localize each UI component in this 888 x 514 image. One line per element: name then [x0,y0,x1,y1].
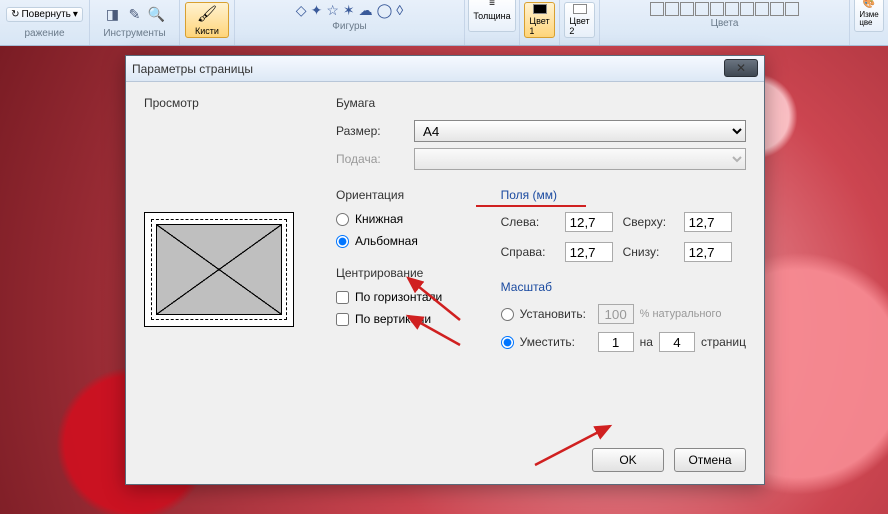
portrait-radio[interactable] [336,213,349,226]
brushes-button[interactable]: 🖌 Кисти [185,2,229,38]
margin-left-label: Слева: [501,215,559,229]
scale-set-row[interactable]: Установить: % натурального [501,304,746,324]
fit-width-input[interactable] [598,332,634,352]
zoom-icon[interactable]: 🔍 [148,5,166,23]
palette-swatch[interactable] [650,2,664,16]
brush-icon: 🖌 [197,4,217,24]
annotation-underline [476,205,586,207]
shape-oval-icon[interactable]: ◯ [377,2,393,19]
cancel-button[interactable]: Отмена [674,448,746,472]
dropdown-icon: ▾ [73,9,78,20]
shape-diamond-icon[interactable]: ◇ [296,2,307,19]
palette-swatch[interactable] [740,2,754,16]
thickness-button[interactable]: ≡ Толщина [468,0,515,32]
feed-select [414,148,746,170]
color1-button[interactable]: Цвет 1 [524,2,554,38]
dialog-title: Параметры страницы [132,62,253,76]
size-select[interactable]: A4 [414,120,746,142]
color2-swatch [573,4,587,14]
landscape-radio-row[interactable]: Альбомная [336,234,471,248]
group-label-tools: Инструменты [103,26,165,41]
margin-bottom-label: Снизу: [623,245,678,259]
margin-top-label: Сверху: [623,215,678,229]
horiz-checkbox[interactable] [336,291,349,304]
edit-colors-button[interactable]: 🎨 Изме цве [854,0,883,32]
scale-fit-radio[interactable] [501,336,514,349]
vert-label: По вертикали [355,312,431,326]
palette-swatch[interactable] [755,2,769,16]
picker-icon[interactable]: ✎ [126,5,144,23]
shapes-gallery[interactable]: ◇ ✦ ☆ ✶ ☁ ◯ ◊ [296,2,403,19]
close-button[interactable]: ✕ [724,59,758,77]
margins-heading: Поля (мм) [501,188,746,202]
group-label-image: ражение [24,26,64,41]
brushes-label: Кисти [195,26,219,36]
shape-thought-icon[interactable]: ☁ [359,2,373,19]
size-label: Размер: [336,124,406,138]
landscape-radio[interactable] [336,235,349,248]
landscape-label: Альбомная [355,234,418,248]
scale-fit-label: Уместить: [520,335,592,349]
scale-fit-row[interactable]: Уместить: на страниц [501,332,746,352]
palette-swatch[interactable] [770,2,784,16]
shape-star5-icon[interactable]: ☆ [326,2,339,19]
preview-inner [151,219,287,320]
ok-button[interactable]: OK [592,448,664,472]
feed-label: Подача: [336,152,406,166]
rotate-label: Повернуть [21,9,70,20]
horiz-label: По горизонтали [355,290,442,304]
rotate-icon: ↻ [11,9,19,20]
margin-right-label: Справа: [501,245,559,259]
margin-left-input[interactable] [565,212,613,232]
palette-swatch[interactable] [725,2,739,16]
color2-button[interactable]: Цвет 2 [564,2,594,38]
group-label-colors: Цвета [711,16,739,31]
thickness-label: Толщина [473,11,510,21]
color-palette[interactable] [650,2,799,16]
color1-label: Цвет 1 [529,16,549,36]
shape-star6-icon[interactable]: ✶ [343,2,355,19]
vert-checkbox[interactable] [336,313,349,326]
edit-colors-label: Изме цве [859,11,878,27]
scale-pct-label: % натурального [640,308,722,320]
fit-on-label: на [640,335,653,349]
fit-height-input[interactable] [659,332,695,352]
scale-set-label: Установить: [520,307,592,321]
preview-page [156,224,282,315]
close-icon: ✕ [736,61,746,75]
margin-right-input[interactable] [565,242,613,262]
scale-set-radio[interactable] [501,308,514,321]
group-label-shapes: Фигуры [332,19,366,34]
rotate-button[interactable]: ↻ Повернуть ▾ [6,7,83,22]
page-setup-dialog: Параметры страницы ✕ Просмотр Бумага Раз… [125,55,765,485]
palette-swatch[interactable] [680,2,694,16]
thickness-icon: ≡ [489,0,495,9]
palette-swatch[interactable] [695,2,709,16]
centering-heading: Центрирование [336,266,471,280]
ribbon: ↻ Повернуть ▾ ражение ◨ ✎ 🔍 Инструменты … [0,0,888,46]
palette-swatch[interactable] [665,2,679,16]
paper-heading: Бумага [336,96,746,110]
scale-set-input [598,304,634,324]
scale-heading: Масштаб [501,280,746,294]
dialog-titlebar[interactable]: Параметры страницы ✕ [126,56,764,82]
fit-pages-label: страниц [701,335,746,349]
portrait-label: Книжная [355,212,403,226]
shape-star4-icon[interactable]: ✦ [311,2,323,19]
palette-swatch[interactable] [785,2,799,16]
color1-swatch [533,4,547,14]
horiz-check-row[interactable]: По горизонтали [336,290,471,304]
color2-label: Цвет 2 [569,16,589,36]
margin-top-input[interactable] [684,212,732,232]
portrait-radio-row[interactable]: Книжная [336,212,471,226]
vert-check-row[interactable]: По вертикали [336,312,471,326]
shape-callout-icon[interactable]: ◊ [396,2,403,19]
palette-icon: 🎨 [863,0,875,9]
eraser-icon[interactable]: ◨ [104,5,122,23]
orientation-heading: Ориентация [336,188,471,202]
preview-box [144,212,294,327]
margin-bottom-input[interactable] [684,242,732,262]
palette-swatch[interactable] [710,2,724,16]
